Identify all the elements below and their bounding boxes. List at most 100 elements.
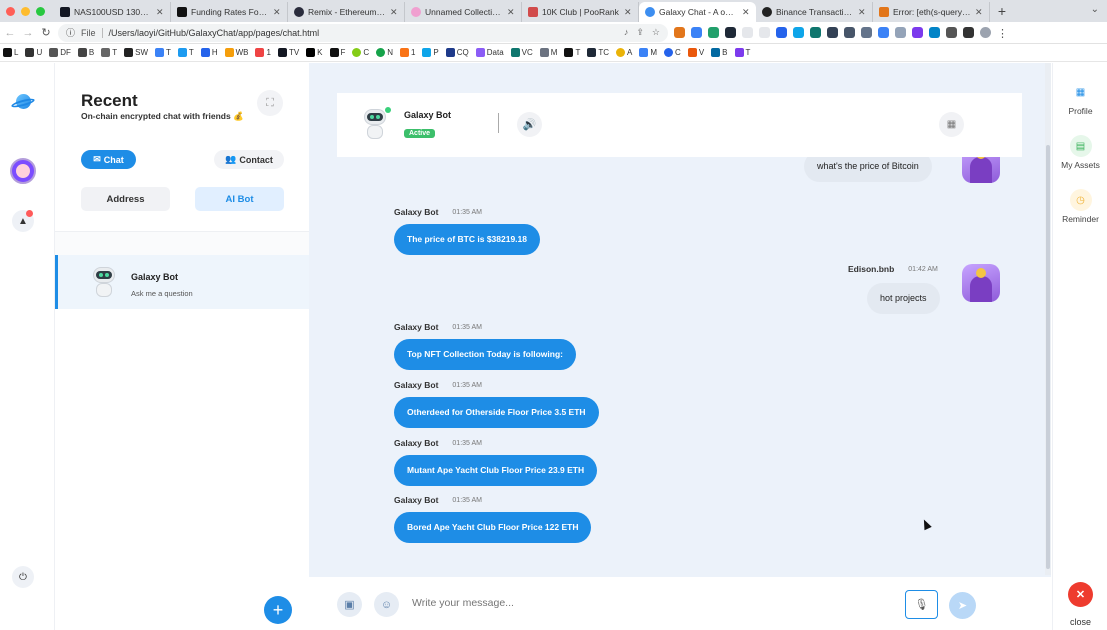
bookmark-item[interactable]: H [200,48,218,57]
browser-tab[interactable]: Remix - Ethereum IDE ✕ [288,2,405,22]
url-field[interactable]: ⓘ File /Users/laoyi/GitHub/GalaxyChat/ap… [58,23,668,42]
reload-icon[interactable]: ↻ [40,26,52,39]
bookmark-item[interactable]: M [639,48,657,57]
bookmark-item[interactable]: TC [587,48,609,57]
emoji-button[interactable]: ☺ [374,592,399,617]
bookmark-item[interactable]: B [77,48,94,57]
extension-icon[interactable] [742,27,753,38]
browser-menu-icon[interactable]: ⋮ [997,27,1008,40]
bookmark-item[interactable]: T [155,48,171,57]
address-tab[interactable]: Address [81,187,170,211]
puzzle-icon[interactable] [946,27,957,38]
bookmark-item[interactable]: M [539,48,557,57]
message-input[interactable] [412,597,892,609]
bookmark-item[interactable]: VC [510,48,533,57]
browser-tab[interactable]: Funding Rates For Perpetual✕ [171,2,288,22]
browser-tab[interactable]: Unnamed Collection - OpenSea✕ [405,2,522,22]
bookmark-item[interactable]: U [25,48,42,57]
close-tab-icon[interactable]: ✕ [273,7,281,18]
bookmark-item[interactable]: P [422,48,439,57]
bookmark-item[interactable]: T [177,48,194,57]
back-icon[interactable]: ← [4,27,16,39]
bookmark-item[interactable]: DF [49,48,71,57]
browser-tab-active[interactable]: Galaxy Chat - A on-chain✕ [639,2,756,22]
metamask-icon[interactable] [674,27,685,38]
microphone-icon[interactable]: ♪ [624,27,629,38]
contact-button[interactable]: 👥 Contact [214,150,284,169]
extension-icon[interactable] [725,27,736,38]
close-tab-icon[interactable]: ✕ [507,7,515,18]
browser-tab[interactable]: Binance Transaction History✕ [756,2,873,22]
extension-icon[interactable] [810,27,821,38]
extension-icon[interactable] [759,27,770,38]
close-tab-icon[interactable]: ✕ [624,7,632,18]
bookmark-item[interactable]: N [376,48,393,57]
message-list[interactable]: what's the price of Bitcoin Galaxy Bot 01… [309,157,1051,577]
close-tab-icon[interactable]: ✕ [390,7,398,18]
extension-icon[interactable] [844,27,855,38]
reminder-button[interactable]: ◷ Reminder [1053,189,1107,224]
extension-icon[interactable] [708,27,719,38]
browser-tab[interactable]: NAS100USD 13063.2 ▲✕ [54,2,171,22]
forward-icon[interactable]: → [22,27,34,39]
info-icon[interactable]: ⓘ [66,26,75,39]
minimize-window-button[interactable] [21,6,30,16]
logout-button[interactable]: ⏻ [9,563,37,591]
bookmark-item[interactable]: SW [124,48,148,57]
bookmark-item[interactable]: T [564,48,580,57]
bookmark-item[interactable]: WB [224,48,248,57]
close-tab-icon[interactable]: ✕ [858,7,866,18]
conversation-item-galaxy-bot[interactable]: Galaxy Bot Ask me a question [55,255,309,309]
scrollbar-thumb[interactable] [1046,145,1050,569]
new-chat-button[interactable]: + [264,596,292,624]
grid-view-button[interactable]: ▦ [939,112,964,137]
extension-icon[interactable] [827,27,838,38]
bookmark-item[interactable]: 1 [255,48,271,57]
bookmark-item[interactable]: Data [475,48,504,57]
profile-avatar-icon[interactable] [980,27,991,38]
close-button[interactable]: ✕ [1068,582,1093,607]
browser-tab[interactable]: Error: [eth(s-query] wi ✕ [873,2,990,22]
bookmark-item[interactable]: CQ [445,48,469,57]
attachment-button[interactable]: ▣ [337,592,362,617]
bookmark-item[interactable]: C [352,48,369,57]
send-button[interactable]: ➤ [949,592,976,619]
extension-icon[interactable] [912,27,923,38]
close-tab-icon[interactable]: ✕ [742,7,750,18]
share-icon[interactable]: ⇪ [636,27,644,38]
profile-button[interactable]: ▦ Profile [1053,81,1107,117]
close-tab-icon[interactable]: ✕ [156,7,164,18]
close-window-button[interactable] [6,6,15,16]
extension-icon[interactable] [793,27,804,38]
bookmark-star-icon[interactable]: ☆ [652,27,660,38]
bookmark-item[interactable]: V [687,48,704,57]
extension-icon[interactable] [878,27,889,38]
extension-icon[interactable] [895,27,906,38]
speaker-button[interactable]: 🔊 [517,112,542,137]
bookmark-item[interactable]: C [664,48,681,57]
extension-icon[interactable] [691,27,702,38]
notifications-button[interactable]: ▲ [9,207,37,235]
extension-icon[interactable] [776,27,787,38]
bookmark-item[interactable]: T [734,48,750,57]
expand-icon[interactable]: ⛶ [257,90,283,116]
voice-input-button[interactable]: 🎙 [905,590,938,619]
bookmark-item[interactable]: F [329,48,345,57]
close-tab-icon[interactable]: ✕ [975,7,983,18]
bookmark-item[interactable]: 1 [399,48,415,57]
chat-button[interactable]: ✉ Chat [81,150,136,169]
bookmark-item[interactable]: L [3,48,18,57]
browser-tab[interactable]: 10K Club | PooRank ✕ [522,2,639,22]
bookmark-item[interactable]: A [616,48,632,57]
user-avatar[interactable] [9,157,37,185]
new-tab-button[interactable]: + [990,3,1014,19]
bookmark-item[interactable]: TV [277,48,299,57]
maximize-window-button[interactable] [36,6,45,16]
extension-icon[interactable] [929,27,940,38]
bookmark-item[interactable]: B [711,48,728,57]
extension-icon[interactable] [861,27,872,38]
ai-bot-tab[interactable]: AI Bot [195,187,284,211]
my-assets-button[interactable]: ▤ My Assets [1053,135,1107,170]
bookmark-item[interactable]: K [306,48,323,57]
tab-search-icon[interactable]: ⌄ [1091,4,1099,15]
